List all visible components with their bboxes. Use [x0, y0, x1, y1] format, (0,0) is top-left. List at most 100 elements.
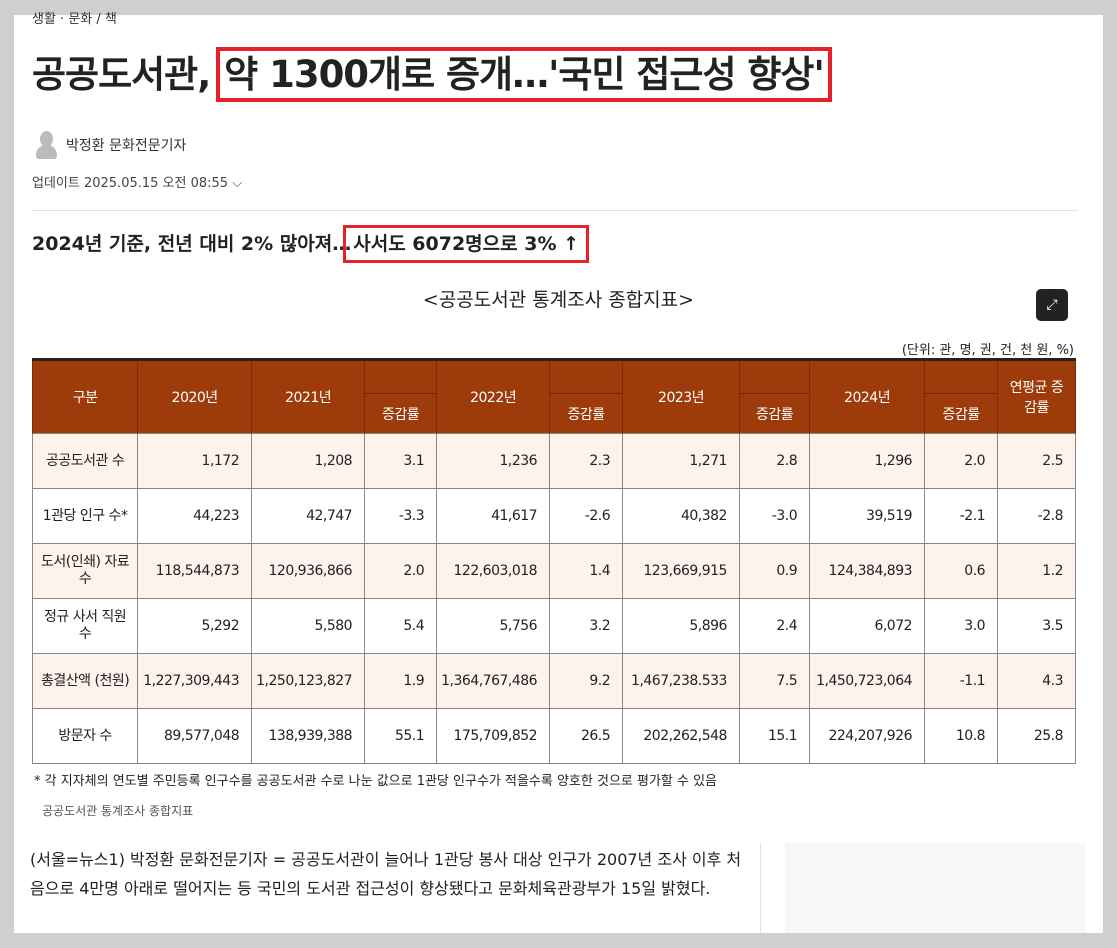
- divider: [32, 210, 1078, 211]
- table-cell: 15.1: [738, 708, 811, 764]
- row-label: 도서(인쇄) 자료 수: [31, 543, 139, 599]
- table-cell: -2.6: [549, 488, 624, 544]
- table-cell: 4.3: [997, 653, 1076, 709]
- table-cell: 0.6: [924, 543, 999, 599]
- table-cell: 10.8: [924, 708, 999, 764]
- header-rate: 증감률: [924, 393, 999, 434]
- table-cell: 40,382: [622, 488, 740, 544]
- table-cell: 118,544,873: [137, 543, 253, 599]
- table-cell: 89,577,048: [137, 708, 253, 764]
- table-cell: 2.3: [549, 433, 624, 489]
- header-2022: 2022년: [436, 358, 551, 434]
- table-cell: 123,669,915: [622, 543, 740, 599]
- header-spacer: [549, 358, 624, 394]
- table-cell: 122,603,018: [436, 543, 551, 599]
- author-byline[interactable]: 박정환 문화전문기자: [36, 131, 186, 159]
- table-cell: 7.5: [738, 653, 811, 709]
- table-cell: 224,207,926: [809, 708, 926, 764]
- table-cell: 2.5: [997, 433, 1076, 489]
- table-cell: 55.1: [364, 708, 438, 764]
- headline-highlight: 약 1300개로 증개…'국민 접근성 향상': [216, 47, 832, 102]
- header-rate: 증감률: [549, 393, 624, 434]
- table-cell: 1,172: [137, 433, 253, 489]
- header-spacer: [924, 358, 999, 394]
- header-rate: 증감률: [364, 393, 438, 434]
- table-row: 총결산액 (천원) 1,227,309,443 1,250,123,827 1.9 1,…: [31, 653, 1076, 709]
- header-rate: 증감률: [738, 393, 811, 434]
- table-cell: -2.8: [997, 488, 1076, 544]
- header-category: 구분: [31, 358, 139, 434]
- table-cell: 26.5: [549, 708, 624, 764]
- table-cell: 202,262,548: [622, 708, 740, 764]
- headline-prefix: 공공도서관,: [32, 53, 211, 96]
- table-cell: 42,747: [251, 488, 366, 544]
- image-caption: 공공도서관 통계조사 종합지표: [42, 804, 194, 818]
- row-label: 방문자 수: [31, 708, 139, 764]
- table-row: 방문자 수 89,577,048 138,939,388 55.1 175,709,85…: [31, 708, 1076, 764]
- author-name: 박정환 문화전문기자: [66, 138, 187, 154]
- row-label: 공공도서관 수: [31, 433, 139, 489]
- table-cell: -2.1: [924, 488, 999, 544]
- table-cell: 1,271: [622, 433, 740, 489]
- table-cell: -3.3: [364, 488, 438, 544]
- table-row: 정규 사서 직원 수 5,292 5,580 5.4 5,756 3.2 5,896 2.4 6…: [31, 598, 1076, 654]
- table-cell: 0.9: [738, 543, 811, 599]
- table-cell: 2.8: [738, 433, 811, 489]
- row-label: 1관당 인구 수*: [31, 488, 139, 544]
- table-cell: 1,296: [809, 433, 926, 489]
- table-row: 1관당 인구 수* 44,223 42,747 -3.3 41,617 -2.6 40,38…: [31, 488, 1076, 544]
- table-cell: 1.9: [364, 653, 438, 709]
- table-cell: 1.2: [997, 543, 1076, 599]
- table-unit: (단위: 관, 명, 권, 건, 천 원, %): [901, 343, 1074, 358]
- expand-icon[interactable]: ⤢: [1036, 289, 1068, 321]
- avatar-icon: [36, 131, 57, 159]
- chevron-down-icon: ⌵: [232, 176, 243, 191]
- table-cell: -3.0: [738, 488, 811, 544]
- row-label: 총결산액 (천원): [31, 653, 139, 709]
- header-2023: 2023년: [622, 358, 740, 434]
- table-cell: 25.8: [997, 708, 1076, 764]
- table-cell: 1,364,767,486: [436, 653, 551, 709]
- header-2021: 2021년: [251, 358, 366, 434]
- table-cell: 3.0: [924, 598, 999, 654]
- table-cell: 3.1: [364, 433, 438, 489]
- table-cell: 1,250,123,827: [251, 653, 366, 709]
- table-cell: 2.0: [364, 543, 438, 599]
- table-cell: 5.4: [364, 598, 438, 654]
- table-cell: 1,208: [251, 433, 366, 489]
- table-cell: 1,450,723,064: [809, 653, 926, 709]
- subtitle-highlight: 사서도 6072명으로 3% ↑: [343, 225, 590, 263]
- page-bottom: [0, 933, 1117, 948]
- table-cell: 175,709,852: [436, 708, 551, 764]
- update-text: 업데이트 2025.05.15 오전 08:55: [32, 176, 229, 191]
- subtitle-prefix: 2024년 기준, 전년 대비 2% 많아져…: [32, 233, 352, 255]
- table-cell: 6,072: [809, 598, 926, 654]
- stats-table: 구분 2020년 2021년 2022년 2023년 2024년 연평균 증감률…: [31, 358, 1076, 764]
- table-cell: 5,896: [622, 598, 740, 654]
- table-cell: 2.0: [924, 433, 999, 489]
- table-cell: 1,467,238.533: [622, 653, 740, 709]
- table-title: <공공도서관 통계조사 종합지표>: [422, 289, 695, 311]
- table-cell: 1,236: [436, 433, 551, 489]
- table-cell: 5,580: [251, 598, 366, 654]
- article-body: (서울=뉴스1) 박정환 문화전문기자 = 공공도서관이 늘어나 1관당 봉사 …: [30, 850, 742, 898]
- header-2020: 2020년: [137, 358, 253, 434]
- table-cell: 39,519: [809, 488, 926, 544]
- table-cell: -1.1: [924, 653, 999, 709]
- header-spacer: [364, 358, 438, 394]
- table-cell: 138,939,388: [251, 708, 366, 764]
- table-cell: 1.4: [549, 543, 624, 599]
- table-cell: 120,936,866: [251, 543, 366, 599]
- table-cell: 5,292: [137, 598, 253, 654]
- table-cell: 124,384,893: [809, 543, 926, 599]
- table-cell: 5,756: [436, 598, 551, 654]
- table-footnote: * 각 지자체의 연도별 주민등록 인구수를 공공도서관 수로 나눈 값으로 1…: [34, 774, 718, 789]
- update-time[interactable]: 업데이트 2025.05.15 오전 08:55 ⌵: [32, 172, 242, 191]
- table-cell: 44,223: [137, 488, 253, 544]
- row-label: 정규 사서 직원 수: [31, 598, 139, 654]
- table-cell: 3.2: [549, 598, 624, 654]
- table-cell: 41,617: [436, 488, 551, 544]
- table-row: 공공도서관 수 1,172 1,208 3.1 1,236 2.3 1,271 2.8 1,29…: [31, 433, 1076, 489]
- breadcrumb[interactable]: 생활 · 문화 / 책: [32, 8, 117, 27]
- table-cell: 1,227,309,443: [137, 653, 253, 709]
